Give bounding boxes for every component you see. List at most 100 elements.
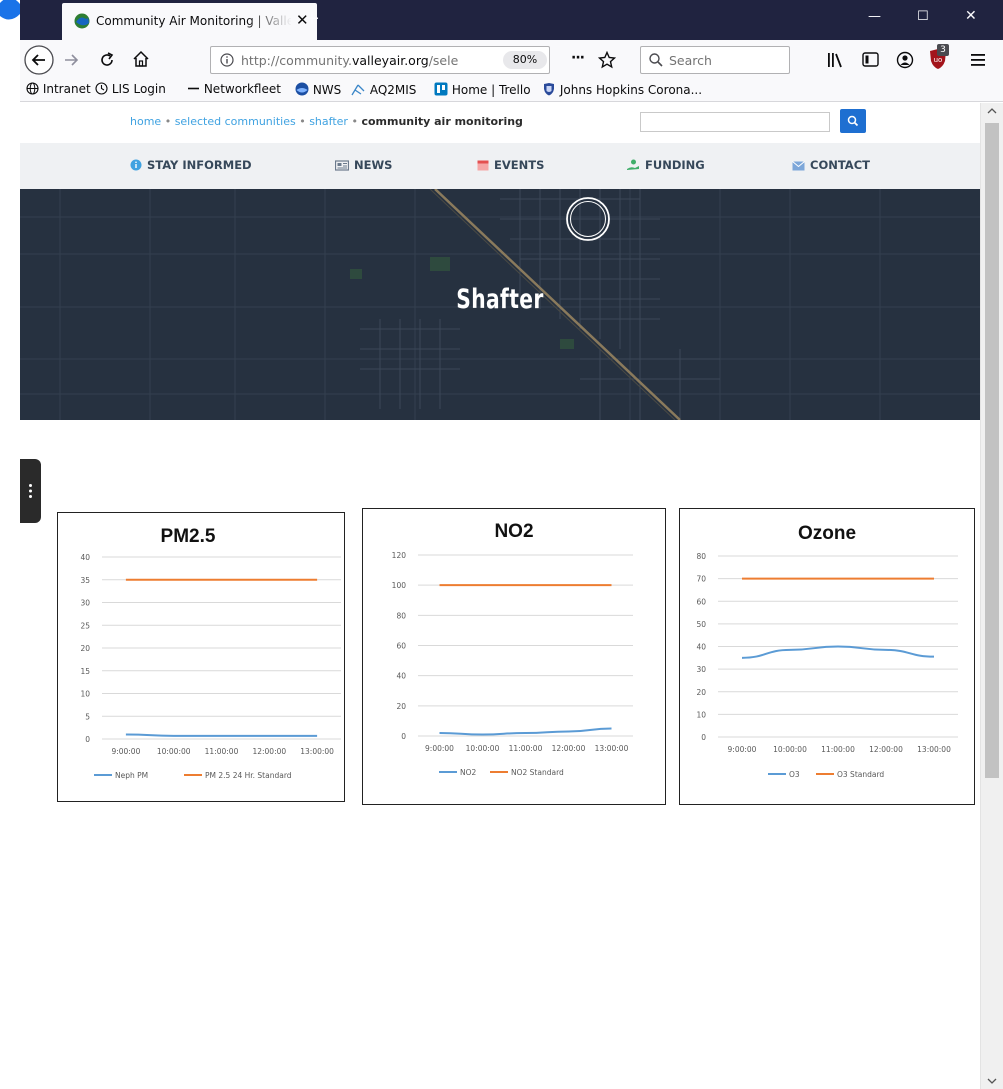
site-search-input[interactable]: [640, 112, 830, 132]
breadcrumb-home-link[interactable]: home: [130, 115, 161, 128]
browser-titlebar: Community Air Monitoring | Valley Air ✕ …: [20, 0, 1003, 40]
browser-search-bar[interactable]: Search: [640, 46, 790, 74]
site-search-button[interactable]: [840, 109, 866, 133]
scroll-up-arrow-icon[interactable]: [987, 107, 997, 115]
nws-logo-icon: [295, 82, 309, 96]
bookmark-lis-login[interactable]: LIS Login: [95, 82, 166, 96]
y-tick-label: 100: [392, 581, 407, 590]
legend-label: O3 Standard: [837, 770, 884, 779]
url-bar[interactable]: http://community.valleyair.org/sele 80%: [210, 46, 550, 74]
nav-label: NEWS: [354, 158, 393, 172]
bookmark-networkfleet[interactable]: Networkfleet: [187, 82, 281, 96]
y-tick-label: 30: [696, 665, 706, 674]
account-icon[interactable]: [896, 51, 914, 69]
nav-events[interactable]: EVENTS: [477, 158, 544, 172]
antenna-icon: [351, 84, 365, 96]
hero-title: Shafter: [456, 284, 544, 315]
nav-contact[interactable]: CONTACT: [792, 158, 870, 172]
valleyair-favicon-icon: [74, 13, 90, 29]
bookmark-aq2mis[interactable]: AQ2MIS: [350, 82, 416, 97]
y-tick-label: 15: [80, 667, 90, 676]
no2-chart: NO2 0 20 40 60 80 100 120 9:00:00 10:00:00 11:00:…: [362, 508, 666, 805]
new-tab-button[interactable]: +: [304, 7, 320, 29]
y-tick-label: 80: [696, 552, 706, 561]
y-tick-label: 20: [696, 688, 706, 697]
y-tick-label: 80: [396, 611, 406, 620]
minimize-window-button[interactable]: —: [868, 9, 881, 24]
home-icon[interactable]: [132, 50, 150, 68]
bookmark-intranet[interactable]: Intranet: [26, 82, 91, 96]
nav-stay-informed[interactable]: STAY INFORMED: [130, 158, 252, 172]
vertical-dots-icon: [29, 484, 32, 498]
y-tick-label: 10: [80, 690, 90, 699]
y-tick-label: 40: [396, 672, 406, 681]
x-tick-label: 12:00:00: [869, 745, 903, 754]
site-info-icon[interactable]: [220, 53, 234, 67]
browser-tab-active[interactable]: Community Air Monitoring | Valley Air ✕: [62, 3, 317, 40]
bookmark-label: Intranet: [42, 82, 91, 96]
bookmark-label: Johns Hopkins Corona...: [559, 83, 703, 97]
hamburger-menu-icon[interactable]: [970, 52, 986, 68]
x-tick-label: 11:00:00: [509, 744, 543, 753]
y-tick-label: 40: [696, 643, 706, 652]
y-tick-label: 0: [401, 732, 406, 741]
page-scrollbar[interactable]: [980, 103, 1003, 1089]
sidebar-toggle-icon[interactable]: [862, 52, 880, 68]
legend-label: NO2: [460, 768, 477, 777]
y-tick-label: 5: [85, 712, 90, 721]
nav-funding[interactable]: FUNDING: [626, 158, 705, 172]
calendar-icon: [477, 160, 489, 171]
nav-news[interactable]: NEWS: [334, 158, 393, 172]
clock-icon: [95, 82, 108, 95]
breadcrumb-current: community air monitoring: [361, 115, 523, 128]
globe-icon: [26, 82, 39, 95]
bookmark-star-icon[interactable]: [598, 51, 616, 69]
funding-hand-icon: [627, 159, 639, 170]
breadcrumb-shafter-link[interactable]: shafter: [309, 115, 348, 128]
scrollbar-thumb[interactable]: [985, 123, 999, 778]
page-actions-menu-icon[interactable]: ···: [571, 50, 585, 66]
breadcrumb-separator: •: [164, 115, 172, 128]
y-tick-label: 50: [696, 620, 706, 629]
bookmark-nws[interactable]: NWS: [295, 82, 341, 97]
search-placeholder: Search: [669, 53, 712, 68]
url-prefix: http://community.: [241, 53, 352, 68]
envelope-icon: [792, 161, 805, 171]
close-window-button[interactable]: ✕: [965, 8, 977, 24]
side-panel-handle[interactable]: [20, 459, 41, 523]
x-tick-label: 13:00:00: [595, 744, 629, 753]
reload-icon[interactable]: [98, 51, 116, 69]
y-tick-label: 20: [396, 702, 406, 711]
pm25-chart: PM2.5 0 5 10 15 20 25 30 35 40 9:00:00 10:00:00 11:…: [57, 512, 345, 802]
scroll-down-arrow-icon[interactable]: [987, 1077, 997, 1085]
zoom-level-badge[interactable]: 80%: [503, 51, 547, 69]
bookmark-label: Networkfleet: [203, 82, 281, 96]
bookmark-label: LIS Login: [111, 82, 166, 96]
legend-label: PM 2.5 24 Hr. Standard: [205, 771, 292, 780]
bookmark-johns-hopkins[interactable]: Johns Hopkins Corona...: [542, 82, 702, 97]
y-tick-label: 120: [392, 551, 407, 560]
info-icon: [130, 159, 142, 171]
nav-label: CONTACT: [810, 158, 870, 172]
y-tick-label: 60: [696, 597, 706, 606]
bookmark-label: AQ2MIS: [369, 83, 417, 97]
x-tick-label: 11:00:00: [821, 745, 855, 754]
library-icon[interactable]: [826, 52, 844, 68]
url-text: http://community.valleyair.org/sele: [241, 53, 501, 68]
x-tick-label: 12:00:00: [552, 744, 586, 753]
main-navigation: STAY INFORMED NEWS EVENTS FUNDING CONTAC…: [20, 143, 980, 189]
nav-label: FUNDING: [645, 158, 705, 172]
legend-label: O3: [789, 770, 800, 779]
forward-icon[interactable]: [62, 51, 80, 69]
search-icon: [847, 115, 859, 127]
nav-label: EVENTS: [494, 158, 545, 172]
legend-label: Neph PM: [115, 771, 148, 780]
bookmark-trello[interactable]: Home | Trello: [434, 82, 531, 97]
y-tick-label: 10: [696, 710, 706, 719]
maximize-window-button[interactable]: ☐: [917, 9, 929, 24]
x-tick-label: 10:00:00: [773, 745, 807, 754]
page-viewport: home • selected communities • shafter • …: [20, 103, 980, 1089]
back-button-icon[interactable]: [23, 44, 55, 76]
breadcrumb-communities-link[interactable]: selected communities: [175, 115, 296, 128]
url-domain: valleyair.org: [351, 53, 429, 68]
